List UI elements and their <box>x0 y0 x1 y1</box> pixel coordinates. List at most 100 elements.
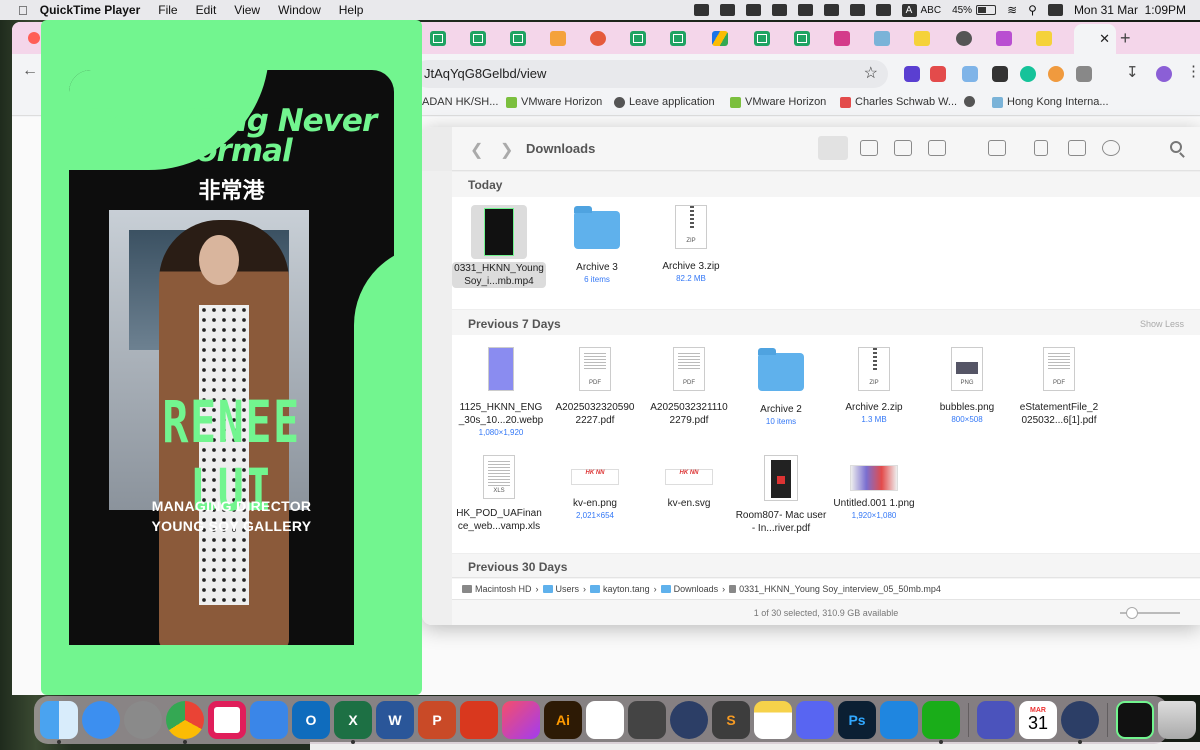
file-item-pdf-2[interactable]: PDF A2025032321110 2279.pdf <box>642 347 736 427</box>
status-icon[interactable] <box>693 4 709 16</box>
wifi-icon[interactable]: ≋ <box>1007 3 1017 17</box>
bookmark-7[interactable]: Hong Kong Interna... <box>992 96 1109 108</box>
bookmark-5[interactable]: Charles Schwab W... <box>840 96 957 108</box>
bookmark-6[interactable] <box>964 96 975 107</box>
file-item-bubbles[interactable]: PNG bubbles.png 800×508 <box>920 347 1014 425</box>
bookmark-4[interactable]: VMware Horizon <box>730 96 826 108</box>
wechat-icon[interactable] <box>922 701 960 744</box>
teams-icon[interactable] <box>977 701 1015 739</box>
path-file[interactable]: 0331_HKNN_Young Soy_interview_05_50mb.mp… <box>729 584 941 594</box>
creative-cloud-icon[interactable] <box>502 701 540 739</box>
excel-icon[interactable]: X <box>334 701 372 744</box>
windows-app-icon[interactable] <box>880 701 918 739</box>
extension-icon-1[interactable] <box>904 66 920 82</box>
trash-icon[interactable] <box>1158 701 1196 739</box>
app-menu[interactable]: QuickTime Player <box>40 3 141 17</box>
menu-view[interactable]: View <box>234 3 260 17</box>
file-item-estatement[interactable]: PDF eStatementFile_2 025032...6[1].pdf <box>1012 347 1106 427</box>
file-item-webp[interactable]: 1125_HKNN_ENG _30s_10...20.webp 1,080×1,… <box>454 347 548 438</box>
control-center-icon[interactable] <box>1047 4 1063 16</box>
tab-sheets-2[interactable] <box>470 31 486 46</box>
tab-sheets-3[interactable] <box>510 31 526 46</box>
extension-new-icon[interactable] <box>930 66 946 82</box>
grammarly-icon[interactable] <box>1020 66 1036 82</box>
icon-size-slider[interactable] <box>1120 607 1180 619</box>
tab-github[interactable] <box>956 31 972 46</box>
file-item-untitled[interactable]: Untitled.001 1.png 1,920×1,080 <box>827 455 921 521</box>
tab-sheets-5[interactable] <box>670 31 686 46</box>
creative-cloud-status-icon[interactable] <box>771 4 787 16</box>
extensions-puzzle-icon[interactable] <box>1076 66 1092 82</box>
menu-edit[interactable]: Edit <box>196 3 217 17</box>
finder-icon[interactable] <box>40 701 78 744</box>
file-item-pdf-1[interactable]: PDF A2025032320590 2227.pdf <box>548 347 642 427</box>
quicktime-icon[interactable] <box>1061 701 1099 744</box>
show-less-button[interactable]: Show Less <box>1140 319 1184 329</box>
powerpoint-icon[interactable]: P <box>418 701 456 739</box>
path-macintosh-hd[interactable]: Macintosh HD <box>462 584 532 594</box>
close-window-button[interactable] <box>28 32 40 44</box>
download-icon[interactable]: ↧ <box>1126 63 1139 81</box>
calendar-icon[interactable]: MAR 31 <box>1019 701 1057 739</box>
proxyman-icon[interactable] <box>670 701 708 739</box>
bookmark-star-icon[interactable]: ☆ <box>864 60 878 88</box>
column-view-button[interactable] <box>894 140 912 156</box>
file-item-xls[interactable]: XLS HK_POD_UAFinan ce_web...vamp.xls <box>452 455 546 533</box>
share-icon[interactable] <box>1034 140 1048 156</box>
finder-search-icon[interactable] <box>1170 141 1182 153</box>
calculator-icon[interactable] <box>628 701 666 739</box>
file-item-kv-png[interactable]: HK NN kv-en.png 2,021×654 <box>548 455 642 521</box>
gallery-view-button[interactable] <box>928 140 946 156</box>
back-button[interactable]: ← <box>22 62 38 80</box>
tab-site[interactable] <box>590 31 606 46</box>
sublime-status-icon[interactable] <box>745 4 761 16</box>
input-source[interactable]: A ABC <box>901 3 941 17</box>
remote-icon[interactable] <box>460 701 498 739</box>
tab-analytics[interactable] <box>550 31 566 46</box>
path-user[interactable]: kayton.tang <box>590 584 650 594</box>
bookmark-2[interactable]: VMware Horizon <box>506 96 602 108</box>
reminders-icon[interactable] <box>586 701 624 739</box>
path-downloads[interactable]: Downloads <box>660 584 718 594</box>
more-menu-icon[interactable]: ⋮ <box>1186 62 1200 80</box>
menu-window[interactable]: Window <box>278 3 321 17</box>
settings-icon[interactable] <box>124 701 162 739</box>
word-icon[interactable]: W <box>376 701 414 739</box>
wechat-status-icon[interactable] <box>849 4 865 16</box>
path-users[interactable]: Users <box>542 584 579 594</box>
slack-icon[interactable] <box>208 701 246 739</box>
tab-sheets-7[interactable] <box>794 31 810 46</box>
safari-icon[interactable] <box>82 701 120 739</box>
clock[interactable]: Mon 31 Mar 1:09PM <box>1074 3 1186 17</box>
tab-sheets-1[interactable] <box>430 31 446 46</box>
photoshop-icon[interactable]: Ps <box>838 701 876 739</box>
tab-yellow[interactable] <box>914 31 930 46</box>
file-item-mp4[interactable]: 0331_HKNN_Young Soy_i...mb.mp4 <box>452 205 546 288</box>
battery-status[interactable]: 45% <box>952 5 997 16</box>
video-frame[interactable]: Hong Kong Never Normal 非常港 RENEE LUI MAN… <box>69 70 394 645</box>
more-actions-icon[interactable] <box>1102 140 1120 156</box>
apple-icon[interactable]:  <box>18 3 28 18</box>
bookmark-1[interactable]: ADAN HK/SH... <box>422 96 498 108</box>
group-button[interactable] <box>988 140 1006 156</box>
extension-icon-3[interactable] <box>962 66 978 82</box>
finder-back-button[interactable]: ❮ <box>470 140 483 160</box>
tab-sheets-6[interactable] <box>754 31 770 46</box>
folder-item-archive3[interactable]: Archive 3 6 items <box>550 205 644 285</box>
tab-purple[interactable] <box>996 31 1012 46</box>
cloud-icon[interactable] <box>719 4 735 16</box>
video-thumbnail[interactable] <box>1116 701 1154 739</box>
clock-status-icon[interactable] <box>823 4 839 16</box>
network-icon[interactable] <box>797 4 813 16</box>
file-item-archive2-zip[interactable]: ZIP Archive 2.zip 1.3 MB <box>827 347 921 425</box>
menu-file[interactable]: File <box>158 3 177 17</box>
new-tab-button[interactable]: + <box>1120 28 1131 49</box>
sublime-icon[interactable]: S <box>712 701 750 739</box>
discord-icon[interactable] <box>796 701 834 739</box>
file-item-kv-svg[interactable]: HK NN kv-en.svg <box>642 455 736 510</box>
tab-active-close-icon[interactable]: ✕ <box>1074 24 1116 54</box>
illustrator-icon[interactable]: Ai <box>544 701 582 739</box>
tab-sheets-4[interactable] <box>630 31 646 46</box>
extension-icon-6[interactable] <box>1048 66 1064 82</box>
icon-view-button[interactable] <box>818 136 848 160</box>
